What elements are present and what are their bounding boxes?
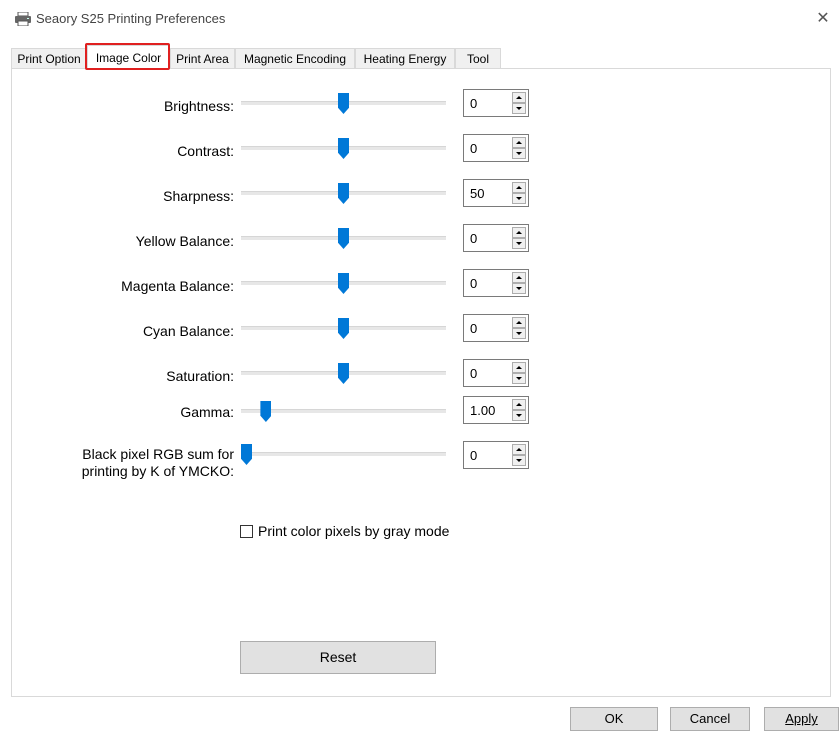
spin-up-button[interactable] (512, 137, 526, 148)
black-pixel-spinbox[interactable]: 0 (463, 441, 529, 469)
tab-print-area[interactable]: Print Area (170, 48, 235, 68)
close-icon: ✕ (816, 10, 830, 27)
cancel-button[interactable]: Cancel (670, 707, 750, 731)
spin-down-button[interactable] (512, 283, 526, 294)
magenta-balance-spinbox[interactable]: 0 (463, 269, 529, 297)
title-bar: Seaory S25 Printing Preferences ✕ (0, 0, 839, 38)
tab-heating-energy[interactable]: Heating Energy (355, 48, 455, 68)
spin-up-button[interactable] (512, 399, 526, 410)
tab-magnetic-encoding[interactable]: Magnetic Encoding (235, 48, 355, 68)
spin-value[interactable]: 0 (470, 276, 477, 291)
cyan-balance-label: Cyan Balance: (142, 323, 234, 339)
close-button[interactable]: ✕ (808, 6, 838, 32)
tab-tool[interactable]: Tool (455, 48, 501, 68)
black-pixel-label-line1: Black pixel RGB sum for (82, 446, 234, 462)
spin-down-button[interactable] (512, 328, 526, 339)
reset-button[interactable]: Reset (240, 641, 436, 674)
tab-strip: Print Option Image Color Print Area Magn… (11, 45, 831, 69)
spin-value[interactable]: 0 (470, 141, 477, 156)
spin-up-button[interactable] (512, 362, 526, 373)
cyan-balance-spinbox[interactable]: 0 (463, 314, 529, 342)
spin-down-button[interactable] (512, 238, 526, 249)
gamma-spinbox[interactable]: 1.00 (463, 396, 529, 424)
spin-down-button[interactable] (512, 148, 526, 159)
spin-up-button[interactable] (512, 182, 526, 193)
black-pixel-label: Black pixel RGB sum for printing by K of… (40, 446, 234, 480)
gamma-label: Gamma: (180, 404, 234, 420)
spin-value[interactable]: 0 (470, 321, 477, 336)
spin-up-button[interactable] (512, 444, 526, 455)
tab-image-color[interactable]: Image Color (87, 45, 170, 69)
spin-down-button[interactable] (512, 455, 526, 466)
black-pixel-label-line2: printing by K of YMCKO: (81, 463, 234, 479)
gray-mode-checkbox[interactable] (240, 525, 253, 538)
brightness-label: Brightness: (163, 98, 234, 114)
spin-value[interactable]: 0 (470, 366, 477, 381)
spin-down-button[interactable] (512, 103, 526, 114)
spin-value[interactable]: 50 (470, 186, 484, 201)
sharpness-spinbox[interactable]: 50 (463, 179, 529, 207)
spin-value[interactable]: 1.00 (470, 403, 495, 418)
spin-value[interactable]: 0 (470, 448, 477, 463)
saturation-spinbox[interactable]: 0 (463, 359, 529, 387)
brightness-spinbox[interactable]: 0 (463, 89, 529, 117)
apply-label: Apply (785, 711, 818, 726)
apply-button[interactable]: Apply (764, 707, 839, 731)
spin-value[interactable]: 0 (470, 231, 477, 246)
saturation-label: Saturation: (166, 368, 234, 384)
sharpness-label: Sharpness: (163, 188, 234, 204)
window-title: Seaory S25 Printing Preferences (36, 11, 226, 26)
spin-up-button[interactable] (512, 92, 526, 103)
printer-icon (14, 11, 32, 27)
spin-up-button[interactable] (512, 317, 526, 328)
contrast-label: Contrast: (177, 143, 234, 159)
gray-mode-label[interactable]: Print color pixels by gray mode (258, 523, 449, 539)
tab-print-option[interactable]: Print Option (11, 48, 87, 68)
yellow-balance-label: Yellow Balance: (135, 233, 234, 249)
contrast-spinbox[interactable]: 0 (463, 134, 529, 162)
spin-value[interactable]: 0 (470, 96, 477, 111)
spin-down-button[interactable] (512, 410, 526, 421)
spin-down-button[interactable] (512, 193, 526, 204)
slider-track[interactable] (241, 452, 446, 456)
slider-track[interactable] (241, 409, 446, 413)
magenta-balance-label: Magenta Balance: (121, 278, 234, 294)
spin-up-button[interactable] (512, 272, 526, 283)
yellow-balance-spinbox[interactable]: 0 (463, 224, 529, 252)
spin-down-button[interactable] (512, 373, 526, 384)
ok-button[interactable]: OK (570, 707, 658, 731)
spin-up-button[interactable] (512, 227, 526, 238)
